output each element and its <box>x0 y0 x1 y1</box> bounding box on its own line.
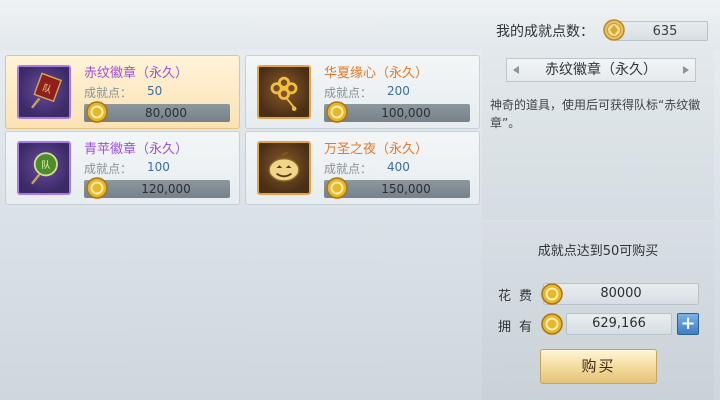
gold-coin-icon <box>541 313 563 335</box>
item-requirement-value: 200 <box>387 84 410 98</box>
buy-button[interactable]: 购买 <box>540 349 657 384</box>
svg-text:队: 队 <box>41 159 50 171</box>
achievement-coin-icon <box>603 19 625 41</box>
shop-item-card[interactable]: 华夏缘心（永久） 成就点： 200 100,000 <box>245 55 480 129</box>
cost-value: 80000 <box>543 283 699 305</box>
chinese-knot-icon <box>270 76 298 111</box>
gold-coin-icon <box>86 101 108 123</box>
owned-label: 拥有 <box>498 320 541 335</box>
gold-coin-icon <box>326 101 348 123</box>
item-requirement-label: 成就点： <box>324 162 373 176</box>
cost-label: 花费 <box>498 289 541 304</box>
gold-coin-icon <box>326 177 348 199</box>
pumpkin-icon <box>268 152 300 182</box>
shop-item-card[interactable]: 万圣之夜（永久） 成就点： 400 150,000 <box>245 131 480 205</box>
gold-coin-icon <box>541 283 563 305</box>
detail-description: 神奇的道具，使用后可获得队标“赤纹徽章”。 <box>490 98 701 130</box>
gold-coin-icon <box>86 177 108 199</box>
item-requirement-value: 50 <box>147 84 163 98</box>
item-name: 青苹徽章（永久） <box>84 142 189 157</box>
detail-title: 赤纹徽章（永久） <box>506 58 696 82</box>
add-currency-button[interactable]: + <box>677 313 699 335</box>
item-name: 华夏缘心（永久） <box>324 66 429 81</box>
item-name: 赤纹徽章（永久） <box>84 66 189 81</box>
shop-item-card[interactable]: 队 赤纹徽章（永久） 成就点： 50 80,000 <box>5 55 240 129</box>
item-icon-frame: 队 <box>17 141 71 195</box>
item-requirement-label: 成就点： <box>324 86 373 100</box>
owned-value: 629,166 <box>566 313 672 335</box>
item-requirement-label: 成就点： <box>84 162 133 176</box>
item-icon-frame: 队 <box>17 65 71 119</box>
item-icon-frame <box>257 65 311 119</box>
shop-item-card[interactable]: 队 青苹徽章（永久） 成就点： 100 120,000 <box>5 131 240 205</box>
item-icon-frame <box>257 141 311 195</box>
item-requirement-value: 100 <box>147 160 170 174</box>
item-name: 万圣之夜（永久） <box>324 142 429 157</box>
item-requirement-value: 400 <box>387 160 410 174</box>
badge-round-icon: 队 <box>31 152 58 185</box>
achievement-points-label: 我的成就点数： <box>496 24 594 40</box>
achievement-points-value: 635 <box>616 21 708 41</box>
purchase-hint: 成就点达到50可购买 <box>537 244 659 259</box>
badge-banner-icon: 队 <box>31 72 62 109</box>
item-requirement-label: 成就点： <box>84 86 133 100</box>
